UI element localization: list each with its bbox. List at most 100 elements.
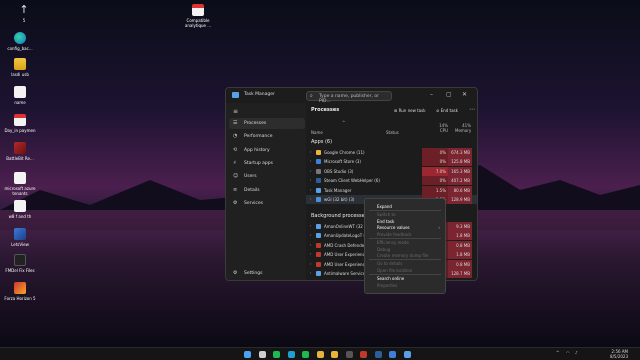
process-icon xyxy=(316,150,321,155)
store-icon[interactable] xyxy=(389,351,396,358)
search-icon[interactable] xyxy=(258,351,266,358)
expand-chevron-icon[interactable]: › xyxy=(310,262,311,266)
expand-chevron-icon[interactable]: › xyxy=(310,224,311,228)
desktop-icon-lasdi[interactable]: lasdi usb xyxy=(0,58,40,77)
context-menu-separator xyxy=(369,209,441,211)
services-icon: ⚙ xyxy=(233,199,238,206)
context-menu-item: Create memory dump file xyxy=(377,253,429,259)
expand-chevron-icon[interactable]: › xyxy=(310,233,311,237)
title-bar[interactable]: Task Manager ⌕ Type a name, publisher, o… xyxy=(226,88,477,104)
desktop-icon-compatible[interactable]: Compatible analytique ... xyxy=(178,4,218,28)
files-icon[interactable] xyxy=(316,351,324,358)
column-cpu[interactable]: 14% CPU xyxy=(434,123,448,133)
table-row[interactable]: › Google Chrome (11) 0% 674.3 MB xyxy=(306,148,477,157)
nav-details[interactable]: ≡ Details xyxy=(229,185,305,196)
tray-chevron-icon[interactable]: ^ xyxy=(556,350,559,355)
nav-performance[interactable]: ◔ Performance xyxy=(229,131,305,142)
nav-startup-apps-label: Startup apps xyxy=(244,160,273,166)
context-menu-item: Provide feedback xyxy=(377,231,412,237)
taskmgr-icon[interactable] xyxy=(403,351,411,358)
process-icon xyxy=(316,187,321,193)
column-memory[interactable]: 41% Memory xyxy=(455,123,471,133)
steam-icon[interactable] xyxy=(374,351,382,358)
red-app-icon[interactable] xyxy=(360,351,367,358)
desktop-icon-name[interactable]: name xyxy=(0,86,40,105)
submenu-arrow-icon: › xyxy=(438,225,440,231)
nav-users[interactable]: ☺ Users xyxy=(229,171,305,182)
table-row[interactable]: › Steam Client WebHelper (6) 0% 407.2 MB xyxy=(306,176,477,186)
expand-chevron-icon[interactable]: › xyxy=(310,271,311,275)
taskbar: ^ ◠ ♪ 2:56 AM 8/5/2023 xyxy=(0,347,640,360)
process-memory: 128.9 MB xyxy=(448,195,472,204)
hamburger-menu-icon[interactable]: ≡ xyxy=(233,108,238,115)
expand-chevron-icon[interactable]: › xyxy=(310,197,311,201)
lasdi-icon xyxy=(14,58,26,70)
maximize-icon[interactable]: ▢ xyxy=(446,91,452,98)
processes-toolbar: Processes ⊞ Run new task ⊘ End task ⋯ xyxy=(306,103,477,117)
edge-icon[interactable] xyxy=(287,351,295,358)
process-icon xyxy=(316,242,321,248)
context-menu-item: Properties xyxy=(377,282,398,288)
chrome-icon[interactable] xyxy=(331,351,338,358)
sort-caret-icon: ^ xyxy=(342,120,346,125)
more-options-icon[interactable]: ⋯ xyxy=(469,106,475,113)
spotify-icon[interactable] xyxy=(273,351,280,358)
context-menu-item[interactable]: Resource values xyxy=(377,225,410,230)
context-menu-item: Debug xyxy=(377,246,391,252)
process-icon xyxy=(316,224,321,229)
minimize-icon[interactable]: – xyxy=(430,91,433,98)
process-memory: 407.2 MB xyxy=(448,176,472,186)
context-menu-item[interactable]: Expand xyxy=(377,204,392,209)
clock[interactable]: 2:56 AM 8/5/2023 xyxy=(610,349,628,359)
run-new-task-button[interactable]: ⊞ Run new task xyxy=(394,108,426,113)
column-name[interactable]: Name xyxy=(311,130,323,135)
desktop-icon-battlebit[interactable]: BattleBit Re... xyxy=(0,142,40,161)
context-menu-separator xyxy=(369,237,441,239)
apps-group-header[interactable]: Apps (6) xyxy=(311,139,332,145)
table-row[interactable]: › Task Manager 1.5% 80.6 MB xyxy=(306,185,477,195)
process-icon xyxy=(316,233,321,239)
volume-icon[interactable]: ♪ xyxy=(575,350,578,355)
desktop-icon-microsoft[interactable]: microsoft azure tenants xyxy=(0,172,40,196)
network-icon[interactable]: ◠ xyxy=(566,350,570,355)
desktop-icon-w8[interactable]: w8 f and th xyxy=(0,200,40,219)
nav-settings[interactable]: ⚙ Settings xyxy=(229,268,305,279)
memory-label: Memory xyxy=(455,128,472,133)
expand-chevron-icon[interactable]: › xyxy=(310,150,311,154)
expand-chevron-icon[interactable]: › xyxy=(310,188,311,192)
expand-chevron-icon[interactable]: › xyxy=(310,252,311,256)
desktop-icon-config[interactable]: config_bac... xyxy=(0,32,40,51)
process-name: AMD Crash Defender xyxy=(324,242,366,248)
details-icon: ≡ xyxy=(233,186,238,193)
table-row[interactable]: › Microsoft Store (3) 0% 125.8 MB xyxy=(306,157,477,167)
spotify2-icon[interactable] xyxy=(302,351,309,358)
end-task-button[interactable]: ⊘ End task xyxy=(436,108,458,113)
table-row[interactable]: › OBS Studio (3) 7.0% 165.3 MB xyxy=(306,166,477,176)
desktop-icon-fm[interactable]: FMDel Fix Files xyxy=(0,254,40,273)
obs-icon[interactable] xyxy=(345,351,353,358)
nav-startup-apps[interactable]: ⚡ Startup apps xyxy=(229,158,305,169)
background-group-header[interactable]: Background processes xyxy=(311,213,367,219)
process-memory: 80.6 MB xyxy=(448,185,472,195)
start-icon[interactable] xyxy=(244,351,251,358)
nav-processes[interactable]: ☰ Processes xyxy=(229,118,305,129)
nav-services[interactable]: ⚙ Services xyxy=(229,198,305,209)
desktop-icon-label: microsoft azure tenants xyxy=(4,186,36,196)
column-status[interactable]: Status xyxy=(386,130,399,135)
nav-app-history[interactable]: ⟲ App history xyxy=(229,145,305,156)
context-menu-item[interactable]: Search online xyxy=(377,276,404,281)
context-menu-item[interactable]: End task xyxy=(377,219,394,224)
desktop-icon-pdf[interactable]: Day_in paymen xyxy=(0,114,40,133)
expand-chevron-icon[interactable]: › xyxy=(310,169,311,173)
w8-icon xyxy=(14,200,26,212)
close-icon[interactable]: ✕ xyxy=(462,91,467,98)
desktop-icon-label: FMDel Fix Files xyxy=(5,268,35,273)
expand-chevron-icon[interactable]: › xyxy=(310,243,311,247)
nav-services-label: Services xyxy=(244,200,263,206)
desktop-icon-forza[interactable]: Forza Horizon 5 xyxy=(0,282,40,301)
expand-chevron-icon[interactable]: › xyxy=(310,178,311,182)
desktop-icon-recycle[interactable]: ↑ 5 xyxy=(4,4,44,24)
desktop-icon-letsview[interactable]: LetsView xyxy=(0,228,40,247)
search-input[interactable]: ⌕ Type a name, publisher, or PID... xyxy=(306,91,392,104)
expand-chevron-icon[interactable]: › xyxy=(310,159,311,163)
